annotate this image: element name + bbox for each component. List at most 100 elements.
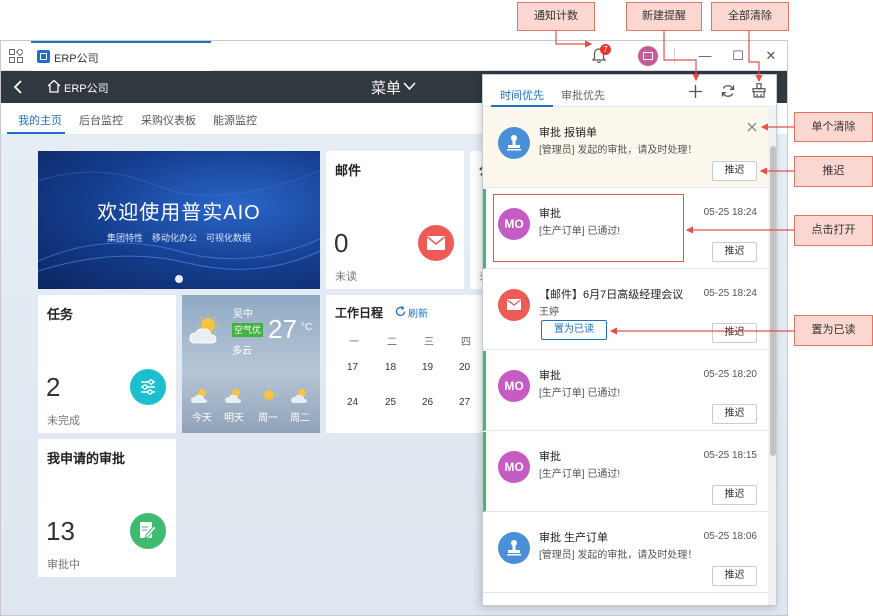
refresh-small-icon[interactable] xyxy=(395,306,406,317)
app-title[interactable]: ERP公司 xyxy=(64,80,109,96)
air-quality-badge: 空气优 xyxy=(232,323,264,337)
calendar-day[interactable]: 24 xyxy=(347,397,358,408)
add-icon[interactable] xyxy=(689,85,702,98)
stamp-icon xyxy=(507,135,521,151)
calendar-day[interactable]: 26 xyxy=(422,397,433,408)
notification-item[interactable]: 审批 生产订单 [管理员] 发起的审批，请及时处理！ 05-25 18:06 推… xyxy=(483,513,768,593)
notification-item[interactable]: 【邮件】6月7日高级经理会议 王婷 05-25 18:24 置为已读 推迟 xyxy=(483,270,768,350)
callout-clear-all: 全部清除 xyxy=(711,2,789,31)
notification-title: 审批 生产订单 xyxy=(539,532,609,544)
tab-purchase-dashboard[interactable]: 采购仪表板 xyxy=(141,112,196,128)
chevron-down-icon[interactable] xyxy=(403,81,416,91)
stamp-icon xyxy=(507,540,521,556)
notification-title: 审批 报销单 xyxy=(539,127,598,139)
sliders-icon xyxy=(141,379,155,395)
back-arrow-icon[interactable] xyxy=(13,80,23,94)
defer-button[interactable]: 推迟 xyxy=(712,161,757,181)
panel-scrollbar[interactable] xyxy=(768,108,776,605)
minimize-icon[interactable]: — xyxy=(696,47,714,65)
click-open-highlight xyxy=(493,194,684,262)
calendar-day[interactable]: 17 xyxy=(347,362,358,373)
notification-count-badge: 7 xyxy=(600,44,611,55)
mail-count: 0 xyxy=(334,228,349,258)
notification-title: 审批 xyxy=(539,370,561,382)
calendar-day[interactable]: 20 xyxy=(459,362,470,373)
defer-button[interactable]: 推迟 xyxy=(712,485,757,505)
notification-time: 05-25 18:24 xyxy=(703,288,757,299)
notification-item[interactable]: MO 审批 [生产订单] 已通过! 05-25 18:15 推迟 xyxy=(483,432,768,512)
erp-logo-icon xyxy=(37,50,50,63)
defer-button[interactable]: 推迟 xyxy=(712,323,757,343)
mo-avatar: MO xyxy=(498,370,530,402)
notification-title: 审批 xyxy=(539,451,561,463)
active-tab-indicator xyxy=(7,132,65,134)
tab-my-home[interactable]: 我的主页 xyxy=(18,112,62,128)
defer-button[interactable]: 推迟 xyxy=(712,566,757,586)
titlebar-divider xyxy=(674,49,675,63)
weather-condition: 多云 xyxy=(232,346,252,357)
notification-title: 【邮件】6月7日高级经理会议 xyxy=(539,289,684,301)
schedule-refresh-link[interactable]: 刷新 xyxy=(408,305,428,320)
calendar-day[interactable]: 19 xyxy=(422,362,433,373)
notification-item[interactable]: 审批 报销单 [管理员] 发起的审批，请及时处理！ 推迟 xyxy=(483,108,768,188)
day-weather-icon xyxy=(291,389,307,403)
apps-grid-icon[interactable] xyxy=(9,49,23,63)
stamp-avatar xyxy=(498,532,530,564)
day-weather-icon xyxy=(225,389,241,403)
notification-time: 05-25 18:06 xyxy=(703,531,757,542)
close-icon[interactable] xyxy=(747,122,757,132)
tab-energy-monitor[interactable]: 能源监控 xyxy=(213,112,257,128)
task-card[interactable]: 任务 2 未完成 xyxy=(38,295,176,433)
close-window-icon[interactable]: ✕ xyxy=(762,47,780,65)
envelope-icon xyxy=(507,299,521,310)
mark-read-button[interactable]: 置为已读 xyxy=(541,320,607,340)
notification-time: 05-25 18:20 xyxy=(703,369,757,380)
defer-button[interactable]: 推迟 xyxy=(712,404,757,424)
mail-avatar xyxy=(498,289,530,321)
tab-time-priority[interactable]: 时间优先 xyxy=(500,87,544,103)
weekday-label: 一 xyxy=(349,337,359,348)
clear-all-icon[interactable] xyxy=(752,83,766,98)
callout-mark-read: 置为已读 xyxy=(794,315,873,346)
mail-card-title: 邮件 xyxy=(335,163,362,178)
menu-dropdown-label[interactable]: 菜单 xyxy=(371,77,401,98)
notification-desc: [管理员] 发起的审批，请及时处理！ xyxy=(539,145,698,156)
weather-card[interactable]: 吴中 空气优 27 °C 多云 今天 明天 周一 周二 xyxy=(182,295,320,433)
calendar-day[interactable]: 25 xyxy=(385,397,396,408)
welcome-banner[interactable]: 欢迎使用普实AIO 集团特性 移动化办公 可视化数据 xyxy=(38,151,320,289)
panel-tab-indicator xyxy=(491,105,553,107)
weather-day-tue: 周二 xyxy=(290,413,310,424)
schedule-title: 工作日程 xyxy=(335,306,384,320)
defer-button[interactable]: 推迟 xyxy=(712,242,757,262)
callout-single-clear: 单个清除 xyxy=(794,112,873,142)
my-approval-card[interactable]: 我申请的审批 13 审批中 xyxy=(38,439,176,577)
notification-time: 05-25 18:15 xyxy=(703,450,757,461)
envelope-icon xyxy=(427,236,445,250)
task-count: 2 xyxy=(46,372,61,402)
refresh-icon[interactable] xyxy=(721,84,735,98)
user-avatar[interactable] xyxy=(638,46,658,66)
notification-item[interactable]: MO 审批 [生产订单] 已通过! 05-25 18:20 推迟 xyxy=(483,351,768,431)
tab-approval-priority[interactable]: 审批优先 xyxy=(561,87,605,103)
calendar-day[interactable]: 27 xyxy=(459,397,470,408)
weather-temperature: 27 xyxy=(268,314,297,344)
user-avatar-glyph-icon xyxy=(643,52,653,60)
weather-temp-unit: °C xyxy=(301,322,313,333)
carousel-dot[interactable] xyxy=(175,275,183,283)
mail-card[interactable]: 邮件 0 未读 xyxy=(326,151,464,289)
scrollbar-thumb[interactable] xyxy=(770,146,776,456)
callout-defer: 推迟 xyxy=(794,156,873,187)
maximize-icon[interactable]: ☐ xyxy=(729,47,747,65)
schedule-card[interactable]: 工作日程 刷新 一 二 三 四 17 18 19 20 24 25 26 27 xyxy=(326,295,490,433)
tab-label: ERP公司 xyxy=(54,53,99,65)
notification-desc: 王婷 xyxy=(539,307,559,318)
tab-backend-monitor[interactable]: 后台监控 xyxy=(79,112,123,128)
notification-time: 05-25 18:24 xyxy=(703,207,757,218)
weather-day-mon: 周一 xyxy=(258,413,278,424)
calendar-day[interactable]: 18 xyxy=(385,362,396,373)
browser-tab[interactable]: ERP公司 xyxy=(31,41,211,71)
weather-day-tomorrow: 明天 xyxy=(224,413,244,424)
home-icon[interactable] xyxy=(47,79,61,93)
weekday-label: 三 xyxy=(424,337,434,348)
notification-desc: [生产订单] 已通过! xyxy=(539,469,621,480)
